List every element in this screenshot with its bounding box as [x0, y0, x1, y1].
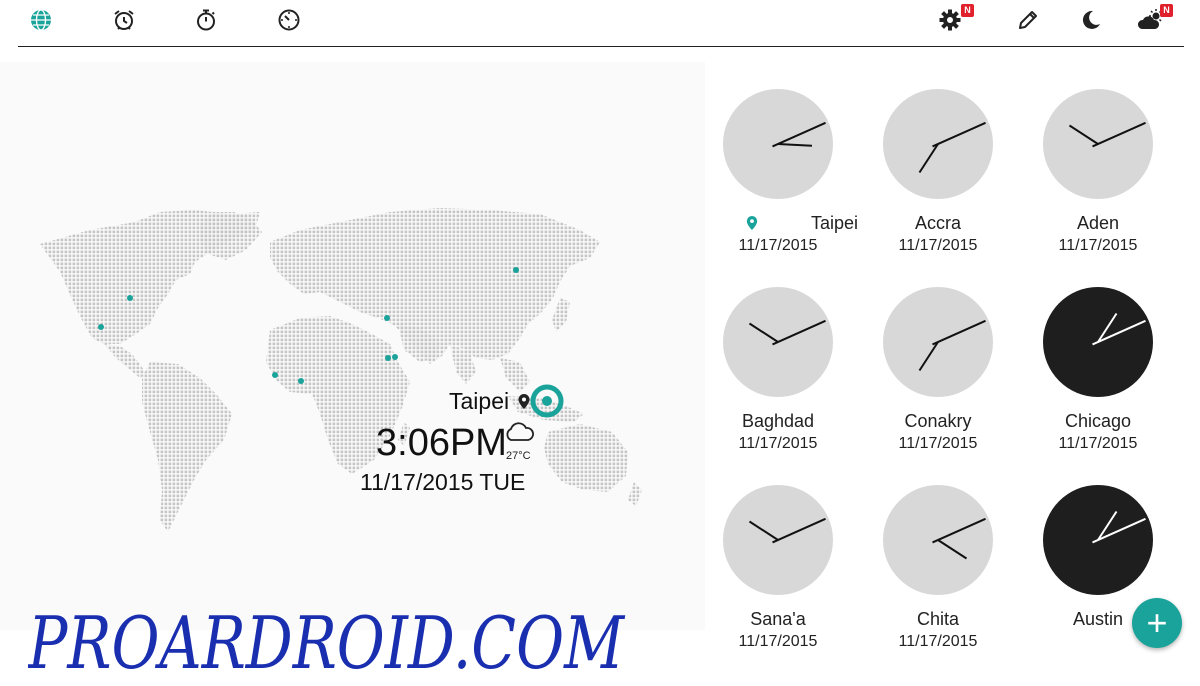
analog-clock-face	[723, 485, 833, 595]
settings-new-badge: N	[961, 4, 974, 17]
analog-clock-face	[883, 89, 993, 199]
edit-icon	[1019, 11, 1037, 29]
clock-date: 11/17/2015	[898, 435, 978, 452]
clock-city-label: Accra	[914, 212, 961, 233]
alarm-clock-icon	[114, 10, 134, 30]
clock-date: 11/17/2015	[898, 633, 978, 650]
local-time: 3:06PM	[376, 422, 507, 464]
alarm-tab[interactable]	[110, 6, 138, 34]
analog-clock-face	[1043, 89, 1153, 199]
world-clock-card[interactable]: Chita 11/17/2015	[858, 484, 1018, 651]
location-pin-icon	[518, 394, 530, 409]
city-marker	[298, 378, 304, 384]
local-date: 11/17/2015 TUE	[360, 469, 526, 495]
world-clock-card[interactable]: Taipei 11/17/2015	[698, 88, 858, 255]
svg-text:PROARDROID.COM: PROARDROID.COM	[28, 601, 626, 685]
clock-city-name: Sana'a	[698, 608, 858, 630]
night-mode-button[interactable]	[1077, 6, 1105, 34]
world-clock-card[interactable]: Aden 11/17/2015	[1018, 88, 1178, 255]
clock-date: 11/17/2015	[738, 237, 818, 254]
watermark-logo: PROARDROID.COM	[28, 601, 626, 685]
analog-clock-face	[1043, 485, 1153, 595]
clock-city-name: Accra	[858, 212, 1018, 234]
globe-icon	[31, 9, 51, 31]
clock-city-name: Baghdad	[698, 410, 858, 432]
clock-city-label: Baghdad	[741, 410, 815, 431]
analog-clock-face	[883, 485, 993, 595]
timer-icon	[278, 9, 300, 31]
temperature: 27°C	[506, 450, 531, 462]
city-marker	[98, 324, 104, 330]
focus-city-name: Taipei	[449, 388, 510, 414]
weather-new-badge: N	[1160, 4, 1173, 17]
clock-city-name: Aden	[1018, 212, 1178, 234]
settings-button[interactable]: N	[936, 4, 974, 34]
analog-clock-face	[723, 89, 833, 199]
clock-date: 11/17/2015	[1058, 237, 1138, 254]
dotted-world-map	[40, 208, 642, 532]
city-marker	[272, 372, 278, 378]
night-mode-icon	[1082, 10, 1100, 29]
clock-city-name: Chita	[858, 608, 1018, 630]
world-clock-card[interactable]: Conakry 11/17/2015	[858, 286, 1018, 453]
world-clock-card[interactable]: Chicago 11/17/2015	[1018, 286, 1178, 453]
stopwatch-icon	[197, 9, 215, 31]
current-location-ring-icon[interactable]	[530, 384, 564, 418]
city-marker	[385, 355, 391, 361]
city-marker	[384, 315, 390, 321]
stopwatch-tab[interactable]	[192, 6, 220, 34]
analog-clock-face	[723, 287, 833, 397]
city-marker	[513, 267, 519, 273]
edit-button[interactable]	[1014, 6, 1042, 34]
world-clock-card[interactable]: Sana'a 11/17/2015	[698, 484, 858, 651]
add-city-button[interactable]: +	[1132, 598, 1182, 648]
world-clock-card[interactable]: Accra 11/17/2015	[858, 88, 1018, 255]
clock-city-name: Conakry	[858, 410, 1018, 432]
clock-city-label: Austin	[1072, 608, 1124, 629]
city-marker	[127, 295, 133, 301]
analog-clock-face	[883, 287, 993, 397]
world-map-panel: Taipei 3:06PM 27°C 11/17/2015 TUE PROARD…	[0, 62, 705, 685]
clock-city-label: Aden	[1076, 212, 1120, 233]
settings-icon	[939, 9, 961, 31]
clock-date: 11/17/2015	[1058, 435, 1138, 452]
analog-clock-face	[1043, 287, 1153, 397]
toolbar-divider	[18, 46, 1184, 47]
top-toolbar: N N	[0, 0, 1200, 47]
clock-city-label: Conakry	[904, 410, 972, 431]
clock-city-label: Chita	[916, 608, 960, 629]
world-clock-tab[interactable]	[27, 6, 55, 34]
weather-button[interactable]: N	[1137, 4, 1173, 34]
cloud-icon	[506, 422, 534, 441]
home-location-pin-icon	[747, 215, 758, 230]
world-clock-card[interactable]: Baghdad 11/17/2015	[698, 286, 858, 453]
clock-date: 11/17/2015	[738, 633, 818, 650]
clock-city-label: Chicago	[1064, 410, 1132, 431]
clock-city-name: Taipei	[698, 212, 858, 234]
clock-date: 11/17/2015	[738, 435, 818, 452]
clock-city-label: Taipei	[810, 212, 858, 233]
clock-date: 11/17/2015	[898, 237, 978, 254]
timer-tab[interactable]	[275, 6, 303, 34]
clock-city-label: Sana'a	[750, 608, 806, 629]
city-marker	[392, 354, 398, 360]
clock-city-name: Chicago	[1018, 410, 1178, 432]
